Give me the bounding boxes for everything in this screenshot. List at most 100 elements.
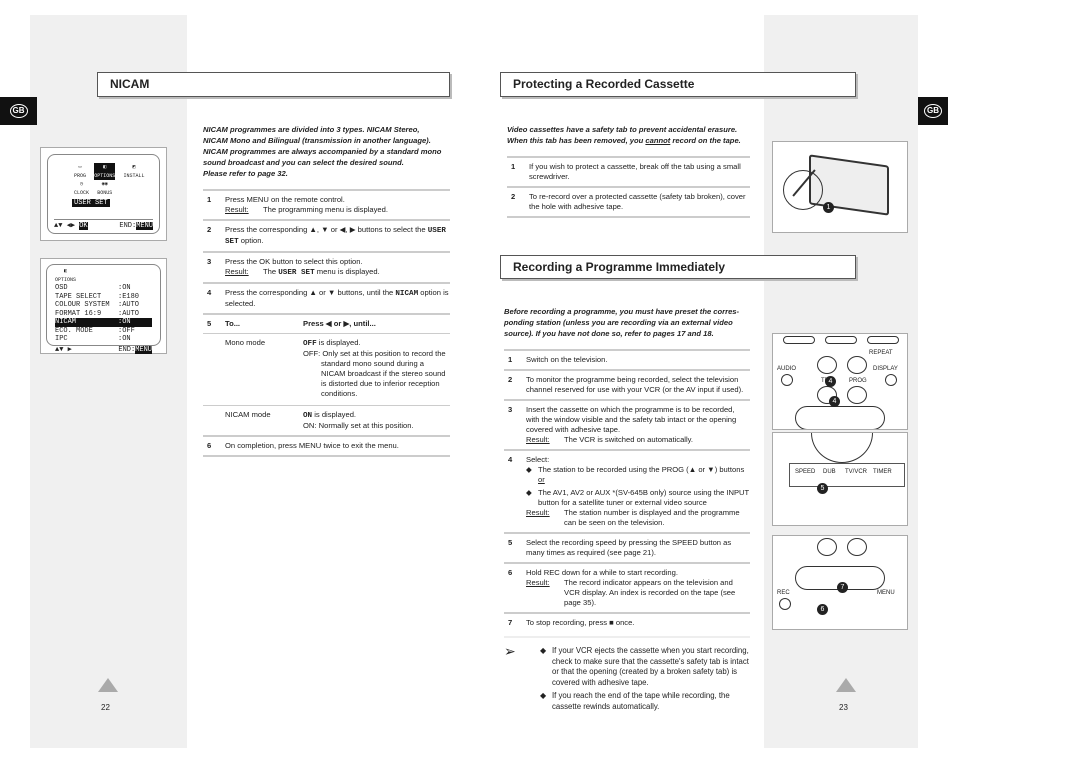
record-step-7: 7 To stop recording, press ■ once. — [504, 612, 750, 638]
record-step-4: 4 Select: ◆ The station to be recorded usi… — [504, 449, 750, 532]
callout-6: 6 — [817, 604, 828, 615]
protect-step-2: 2 To re-record over a protected cassette … — [507, 186, 750, 218]
left-margin-strip — [30, 15, 187, 748]
tvvcr-label: TV/VCR — [845, 469, 868, 475]
remote-rec-illustration: REC MENU 7 6 — [772, 535, 908, 630]
install-icon: ◩ INSTALL — [123, 164, 145, 179]
gb-badge: GB — [9, 104, 28, 118]
record-step-5: 5 Select the recording speed by pressing … — [504, 532, 750, 562]
menu-row-label: OSD — [55, 284, 68, 292]
notes: ➢ ◆ If your VCR ejects the cassette when … — [504, 643, 750, 712]
nicam-content: NICAM programmes are divided into 3 type… — [203, 124, 450, 457]
menu-row: NICAM:ON — [55, 318, 152, 327]
protect-intro: Video cassettes have a safety tab to pre… — [507, 125, 741, 145]
audio-label: AUDIO — [777, 366, 797, 372]
page-marker — [98, 678, 118, 692]
menu-row-value: :AUTO — [118, 309, 140, 318]
rec-label: REC — [777, 590, 790, 596]
dub-label: DUB — [823, 469, 836, 475]
page-marker — [836, 678, 856, 692]
protect-content: Video cassettes have a safety tab to pre… — [507, 124, 750, 218]
menu-row-label: COLOUR SYSTEM — [55, 301, 110, 309]
record-title: Recording a Programme Immediately — [500, 255, 856, 279]
nicam-mode-row: NICAM mode ON is displayed. ON: Normally s… — [203, 405, 450, 431]
callout-4: 4 — [825, 376, 836, 387]
step-3: 3 Press the OK button to select this opti… — [203, 251, 450, 282]
user-set-menu-screen: ◧ OPTIONS OSD:ON TAPE SELECT:E180 COLOUR SY… — [46, 264, 161, 354]
intro-line: NICAM programmes are divided into 3 type… — [203, 125, 420, 134]
nav-hint: ▲▼ ▶ — [55, 345, 72, 354]
menu-hint: MENU — [135, 345, 152, 354]
page-number-right: 23 — [839, 703, 848, 712]
end-hint: END: — [119, 221, 137, 230]
zoom-circle — [783, 170, 823, 210]
timer-label: TIMER — [873, 469, 892, 475]
record-step-6: 6 Hold REC down for a while to start reco… — [504, 562, 750, 612]
language-tab-left: GB — [0, 97, 37, 125]
menu-row-value: :E180 — [118, 292, 140, 301]
intro-line: sound broadcast and you can select the d… — [203, 158, 404, 167]
record-content: Before recording a programme, you must h… — [504, 306, 750, 712]
menu-row: ECO. MODE :OFF — [55, 327, 152, 336]
prog-label: PROG — [849, 378, 867, 384]
step-5-table: 5 To... Press ◀ or ▶, until... Mono mode OF… — [203, 313, 450, 435]
note-arrow-icon: ➢ — [504, 643, 516, 659]
callout-1: 1 — [823, 202, 834, 213]
note-item: ◆ If you reach the end of the tape while … — [540, 691, 730, 711]
note-item: ◆ If your VCR ejects the cassette when yo… — [540, 646, 749, 687]
menu-row-label: NICAM — [55, 318, 77, 326]
step-4: 4 Press the corresponding ▲ or ▼ buttons,… — [203, 282, 450, 313]
language-tab-right: GB — [918, 97, 948, 125]
prog-icon: ▭ PROG — [74, 164, 87, 179]
intro-line: NICAM programmes are always accompanied … — [203, 147, 442, 156]
step-2: 2 Press the corresponding ▲, ▼ or ◀, ▶ bu… — [203, 219, 450, 251]
record-step-2: 2 To monitor the programme being recorded… — [504, 369, 750, 399]
menu-row-label: TAPE SELECT — [55, 292, 102, 301]
menu-row-label: ECO. MODE — [55, 326, 93, 335]
end-hint: END: — [118, 345, 136, 354]
clock-icon: ◷ CLOCK — [74, 181, 90, 196]
options-icon: ◧ OPTIONS — [55, 268, 77, 283]
step-6: 6 On completion, press MENU twice to exit… — [203, 435, 450, 457]
protect-step-1: 1 If you wish to protect a cassette, brea… — [507, 156, 750, 186]
record-intro: Before recording a programme, you must h… — [504, 307, 740, 338]
callout-4: 4 — [829, 396, 840, 407]
bonus-icon: ◉◉ BONUS — [97, 181, 113, 196]
record-step-3: 3 Insert the cassette on which the progra… — [504, 399, 750, 449]
speed-label: SPEED — [795, 469, 816, 475]
user-set-screen-panel: ◧ OPTIONS OSD:ON TAPE SELECT:E180 COLOUR SY… — [40, 258, 167, 354]
cassette-illustration: 1 — [772, 141, 908, 233]
menu-row-value: :ON — [118, 284, 131, 292]
menu-row: COLOUR SYSTEM :AUTO — [55, 301, 152, 310]
callout-5: 5 — [817, 483, 828, 494]
menu-row-label: FORMAT 16:9 — [55, 309, 102, 318]
menu-label: MENU — [877, 590, 895, 596]
page-number-left: 22 — [101, 703, 110, 712]
step-1: 1 Press MENU on the remote control. Result… — [203, 189, 450, 219]
menu-row: OSD :ON — [55, 284, 152, 293]
nicam-title: NICAM — [97, 72, 450, 97]
menu-row-value: :OFF — [118, 326, 135, 335]
menu-row-value: :ON — [118, 335, 131, 343]
ok-hint: OK — [79, 221, 88, 230]
user-set-option: USER SET — [72, 199, 110, 207]
intro-line: NICAM Mono and Bilingual (transmission i… — [203, 136, 431, 145]
nicam-intro: NICAM programmes are divided into 3 type… — [203, 124, 450, 179]
record-step-1: 1 Switch on the television. — [504, 349, 750, 369]
repeat-label: REPEAT — [869, 350, 893, 356]
gb-badge: GB — [924, 104, 942, 118]
protect-title: Protecting a Recorded Cassette — [500, 72, 856, 97]
menu-screen-panel: ▭ PROG ◧ OPTIONS ◩ INSTALL ◷ CLOCK ◉◉ BONUS U… — [40, 147, 167, 241]
display-label: DISPLAY — [873, 366, 898, 372]
options-icon: ◧ OPTIONS — [94, 163, 116, 180]
callout-7: 7 — [837, 582, 848, 593]
menu-row-label: IPC — [55, 335, 68, 343]
programming-menu-screen: ▭ PROG ◧ OPTIONS ◩ INSTALL ◷ CLOCK ◉◉ BONUS U… — [47, 154, 160, 234]
menu-hint: MENU — [136, 221, 153, 230]
nav-hint: ▲▼ ◀▶ — [54, 221, 76, 230]
remote-speed-illustration: SPEED DUB TV/VCR TIMER 5 — [772, 432, 908, 526]
menu-row: FORMAT 16:9 :AUTO — [55, 310, 152, 319]
menu-row-value: :AUTO — [118, 301, 140, 309]
menu-row: TAPE SELECT :E180 — [55, 293, 152, 302]
intro-line: Please refer to page 32. — [203, 169, 288, 178]
